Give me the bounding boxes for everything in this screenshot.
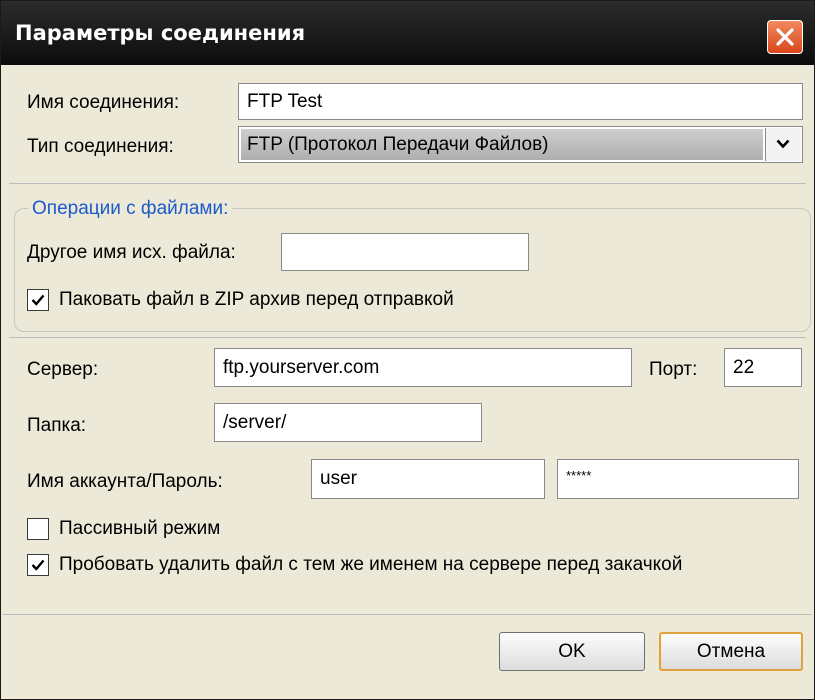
passive-mode-checkbox[interactable] bbox=[27, 518, 49, 540]
checkmark-icon bbox=[31, 294, 45, 306]
server-input[interactable]: ftp.yourserver.com bbox=[214, 348, 632, 387]
connection-type-value: FTP (Протокол Передачи Файлов) bbox=[241, 129, 763, 160]
port-label: Порт: bbox=[649, 359, 698, 380]
account-password-label: Имя аккаунта/Пароль: bbox=[27, 471, 223, 492]
separator bbox=[9, 183, 806, 184]
username-input[interactable]: user bbox=[311, 459, 545, 499]
connection-type-select[interactable]: FTP (Протокол Передачи Файлов) bbox=[238, 126, 803, 163]
close-icon bbox=[776, 28, 794, 46]
cancel-button[interactable]: Отмена bbox=[659, 632, 803, 671]
port-input[interactable]: 22 bbox=[724, 348, 802, 387]
alt-source-name-input[interactable] bbox=[281, 233, 529, 271]
delete-before-upload-checkbox[interactable] bbox=[27, 554, 49, 576]
password-input[interactable]: ***** bbox=[557, 459, 799, 499]
connection-settings-dialog: Параметры соединения Имя соединения: FTP… bbox=[0, 0, 815, 700]
ok-button[interactable]: OK bbox=[499, 632, 645, 671]
zip-label[interactable]: Паковать файл в ZIP архив перед отправко… bbox=[59, 289, 454, 311]
connection-name-input[interactable]: FTP Test bbox=[238, 83, 803, 120]
folder-input[interactable]: /server/ bbox=[214, 403, 482, 442]
file-operations-title: Операции с файлами: bbox=[28, 198, 233, 220]
connection-type-dropdown-button[interactable] bbox=[765, 128, 801, 161]
title-bar[interactable]: Параметры соединения bbox=[1, 1, 814, 65]
separator bbox=[9, 337, 806, 338]
delete-before-upload-label[interactable]: Пробовать удалить файл с тем же именем н… bbox=[59, 554, 682, 576]
folder-label: Папка: bbox=[27, 415, 87, 436]
connection-type-label: Тип соединения: bbox=[27, 136, 174, 157]
separator bbox=[3, 614, 812, 615]
zip-checkbox[interactable] bbox=[27, 289, 49, 311]
connection-name-label: Имя соединения: bbox=[27, 92, 180, 113]
alt-source-name-label: Другое имя исх. файла: bbox=[27, 242, 236, 263]
close-button[interactable] bbox=[767, 20, 803, 54]
chevron-down-icon bbox=[776, 139, 790, 149]
dialog-body: Имя соединения: FTP Test Тип соединения:… bbox=[1, 65, 814, 699]
checkmark-icon bbox=[31, 559, 45, 571]
passive-mode-label[interactable]: Пассивный режим bbox=[59, 518, 220, 540]
server-label: Сервер: bbox=[27, 359, 99, 380]
window-title: Параметры соединения bbox=[15, 21, 306, 45]
